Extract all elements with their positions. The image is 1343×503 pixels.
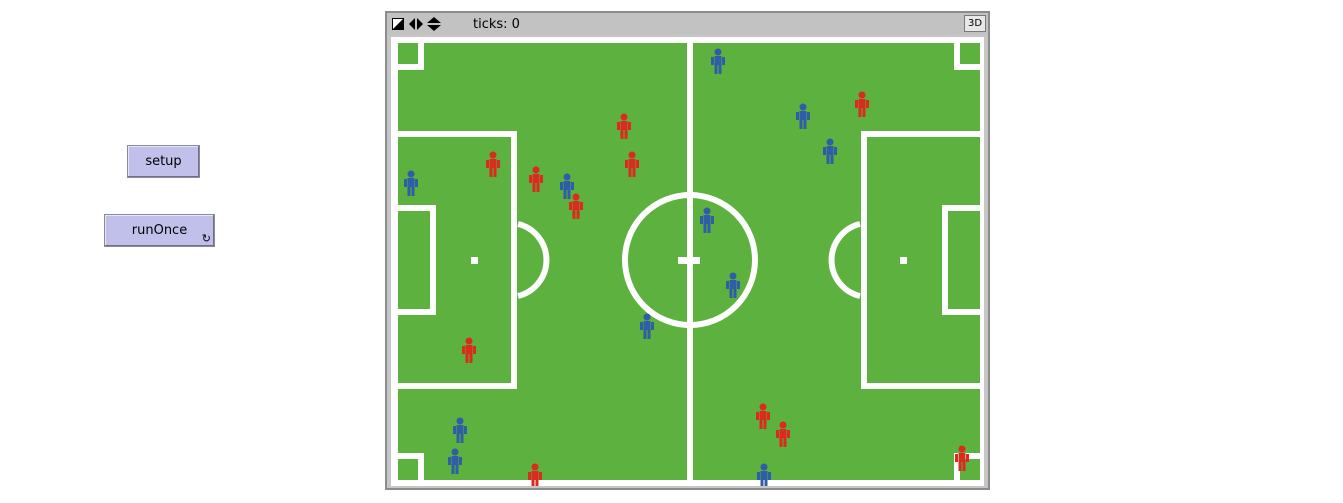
setup-button-label: setup [145, 154, 182, 169]
loop-arrows-icon: ↻ [201, 232, 211, 245]
view-3d-button[interactable]: 3D [964, 15, 986, 32]
color-contrast-icon[interactable] [391, 17, 405, 31]
vertical-arrows-icon[interactable] [427, 17, 441, 31]
world-view: ticks: 0 3D [385, 11, 990, 490]
view-3d-label: 3D [967, 18, 983, 29]
setup-button[interactable]: setup [127, 145, 200, 178]
run-once-button-label: runOnce [131, 223, 188, 238]
soccer-field [391, 37, 984, 486]
horizontal-arrows-icon[interactable] [409, 17, 423, 31]
view-toolbar: ticks: 0 3D [387, 13, 988, 35]
run-once-button[interactable]: runOnce ↻ [104, 214, 215, 247]
ticks-counter: ticks: 0 [473, 16, 520, 32]
